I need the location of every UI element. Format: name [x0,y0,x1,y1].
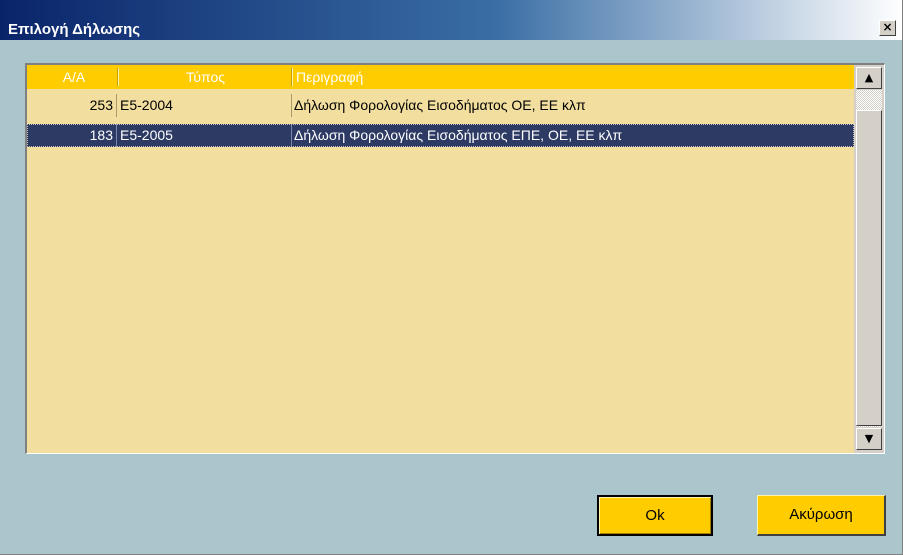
cell-aa: 183 [89,127,113,143]
vertical-scrollbar[interactable]: ▲ ▼ [854,65,884,453]
cell-divider [116,124,117,147]
arrow-up-icon: ▲ [864,71,874,84]
column-divider[interactable] [291,68,293,86]
scroll-up-button[interactable]: ▲ [856,67,882,89]
column-header-description[interactable]: Περιγραφή [294,65,854,89]
scrollbar-thumb[interactable] [856,110,882,426]
ok-button[interactable]: Ok [597,495,713,536]
table-row-selected[interactable]: 183 E5-2005 Δήλωση Φορολογίας Εισοδήματο… [27,124,854,147]
close-icon: × [882,20,893,34]
grid-body: Α/Α Τύπος Περιγραφή 253 E5-2004 Δήλωση Φ… [27,65,854,453]
cell-divider [116,94,117,117]
column-header-type[interactable]: Τύπος [119,65,292,89]
declaration-grid: Α/Α Τύπος Περιγραφή 253 E5-2004 Δήλωση Φ… [25,63,885,454]
cell-description: Δήλωση Φορολογίας Εισοδήματος ΟΕ, ΕΕ κλπ [294,97,586,113]
cell-divider [291,94,292,117]
title-bar[interactable]: Επιλογή Δήλωσης × [0,0,902,40]
cell-description: Δήλωση Φορολογίας Εισοδήματος ΕΠΕ, ΟΕ, Ε… [294,127,623,143]
cancel-button[interactable]: Ακύρωση [757,495,886,536]
arrow-down-icon: ▼ [864,432,874,445]
dialog-title: Επιλογή Δήλωσης [8,21,141,38]
table-row[interactable]: 253 E5-2004 Δήλωση Φορολογίας Εισοδήματο… [27,94,854,117]
dialog-window: Επιλογή Δήλωσης × Α/Α Τύπος Περιγραφή 25… [0,0,903,555]
grid-header: Α/Α Τύπος Περιγραφή [27,65,854,89]
column-header-aa[interactable]: Α/Α [27,65,117,89]
cell-aa: 253 [89,97,113,113]
cell-type: E5-2004 [120,97,173,113]
close-button[interactable]: × [879,20,896,36]
cell-type: E5-2005 [120,127,173,143]
scroll-down-button[interactable]: ▼ [856,428,882,450]
cell-divider [291,124,292,147]
